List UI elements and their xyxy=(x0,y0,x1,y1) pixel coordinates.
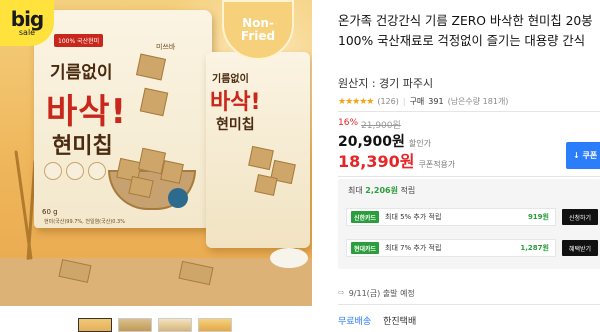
bag-line2: 바삭! xyxy=(46,92,128,132)
card-benefit-row: 신한카드 최대 5% 추가 적립 919원 xyxy=(346,208,556,226)
bag2-line2: 바삭! xyxy=(210,90,261,115)
card-benefit-desc: 최대 7% 추가 적립 xyxy=(385,244,442,252)
divider xyxy=(338,176,600,177)
image-floor xyxy=(0,258,312,306)
chip-icon xyxy=(160,160,184,184)
card-benefit-row: 현대카드 최대 7% 추가 적립 1,287원 xyxy=(346,239,556,257)
big-sale-big: big xyxy=(10,6,44,31)
shipping-date-row: ⇨ 9/11(금) 출발 예정 xyxy=(338,288,415,299)
discount-percent: 16% xyxy=(338,118,359,128)
coupon-download-button[interactable]: ↓ 쿠폰 xyxy=(566,142,600,169)
thumbnail-3[interactable] xyxy=(158,318,192,332)
big-sale-sale: sale xyxy=(18,27,36,37)
rating-row: ★★★★★ (126) | 구매 391 (남은수량 181개) xyxy=(338,96,508,107)
discount-row: 16% 21,900원 xyxy=(338,118,401,131)
bag-line1: 기름없이 xyxy=(50,63,113,83)
bag-tag: 100% 국산현미 xyxy=(54,34,104,47)
coupon-price-row: 18,390원 쿠폰적용가 xyxy=(338,148,455,172)
bag-line3: 현미칩 xyxy=(52,134,113,159)
card-benefit-desc: 최대 5% 추가 적립 xyxy=(385,213,442,221)
card-benefit-points: 919원 xyxy=(527,213,549,221)
points-amount: 2,206원 xyxy=(365,186,398,195)
divider xyxy=(338,304,600,305)
chip-icon xyxy=(139,87,169,117)
points-suffix: 적립 xyxy=(400,186,416,195)
product-image[interactable]: 100% 국산현미 미쓰바 기름없이 바삭! 현미칩 60 g 현미(국산)99… xyxy=(0,0,312,306)
chip-icon xyxy=(254,174,278,196)
divider xyxy=(338,111,600,112)
purchase-label: 구매 xyxy=(409,97,425,106)
info-circle-icon xyxy=(44,162,62,180)
card-benefit-points: 1,287원 xyxy=(520,244,549,252)
info-circle-icon xyxy=(88,162,106,180)
thumbnail-strip xyxy=(78,318,232,332)
info-circle-icon xyxy=(66,162,84,180)
thumbnail-4[interactable] xyxy=(198,318,232,332)
card-logo-icon: 신한카드 xyxy=(351,211,379,223)
non-fried-line2: Fried xyxy=(240,29,276,43)
free-shipping-label: 무료배송 xyxy=(338,317,372,327)
points-total: 최대 2,206원 적립 xyxy=(348,185,415,196)
card-logo-icon: 현대카드 xyxy=(351,242,379,254)
original-price: 21,900원 xyxy=(361,121,401,131)
remaining-stock: (남은수량 181개) xyxy=(447,97,509,106)
product-origin: 원산지 : 경기 파주시 xyxy=(338,77,434,90)
points-box: 최대 2,206원 적립 신한카드 최대 5% 추가 적립 919원 신청하기 … xyxy=(338,179,600,269)
product-bag-second: 기름없이 바삭! 현미칩 xyxy=(206,52,310,248)
salt-pile xyxy=(270,248,308,268)
coupon-price: 18,390원 xyxy=(338,152,415,171)
truck-icon: ⇨ xyxy=(338,288,345,297)
bag-brand: 미쓰바 xyxy=(156,43,176,51)
rating-divider: | xyxy=(402,97,406,106)
rating-stars-icon: ★★★★★ xyxy=(338,96,374,107)
bag-spec: 현미(국산)99.7%, 천일염(국산)0.3% xyxy=(44,219,125,225)
points-prefix: 최대 xyxy=(348,186,363,195)
bag2-line1: 기름없이 xyxy=(212,74,249,85)
purchase-count: 391 xyxy=(428,97,444,106)
review-count-link[interactable]: (126) xyxy=(377,97,399,106)
thumbnail-2[interactable] xyxy=(118,318,152,332)
chip-icon xyxy=(248,145,274,171)
product-title: 온가족 건강간식 기름 ZERO 바삭한 현미칩 20봉 100% 국산재료로 … xyxy=(338,14,593,48)
haccp-badge-icon xyxy=(168,188,188,208)
big-sale-badge: big sale xyxy=(0,0,54,46)
coupon-price-label: 쿠폰적용가 xyxy=(418,160,456,169)
delivery-row: 무료배송 한진택배 xyxy=(338,314,416,327)
card-apply-button[interactable]: 신청하기 xyxy=(562,209,598,225)
bag2-line3: 현미칩 xyxy=(216,117,255,133)
shipping-date: 9/11(금) 출발 예정 xyxy=(348,289,415,298)
card-benefit-button[interactable]: 혜택받기 xyxy=(562,240,598,256)
bag-net-weight: 60 g xyxy=(42,208,58,216)
thumbnail-1[interactable] xyxy=(78,318,112,332)
courier-name: 한진택배 xyxy=(383,317,417,327)
